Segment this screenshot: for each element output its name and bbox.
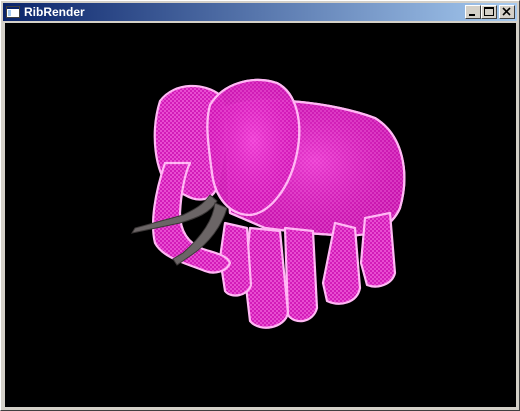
elephant-leg-front-middle (283, 226, 319, 323)
close-button[interactable] (499, 5, 515, 19)
minimize-icon (469, 14, 475, 16)
maximize-icon (484, 7, 494, 16)
elephant-model (151, 78, 406, 329)
app-window-icon[interactable] (6, 5, 20, 19)
elephant-leg-back-left (359, 211, 397, 288)
ribrender-window: RibRender (0, 0, 520, 411)
rendered-scene (130, 78, 406, 329)
render-viewport[interactable] (5, 23, 516, 407)
close-icon (502, 7, 511, 16)
minimize-button[interactable] (465, 5, 481, 19)
window-title: RibRender (24, 5, 85, 19)
title-bar[interactable]: RibRender (3, 3, 517, 21)
maximize-button[interactable] (481, 5, 497, 19)
